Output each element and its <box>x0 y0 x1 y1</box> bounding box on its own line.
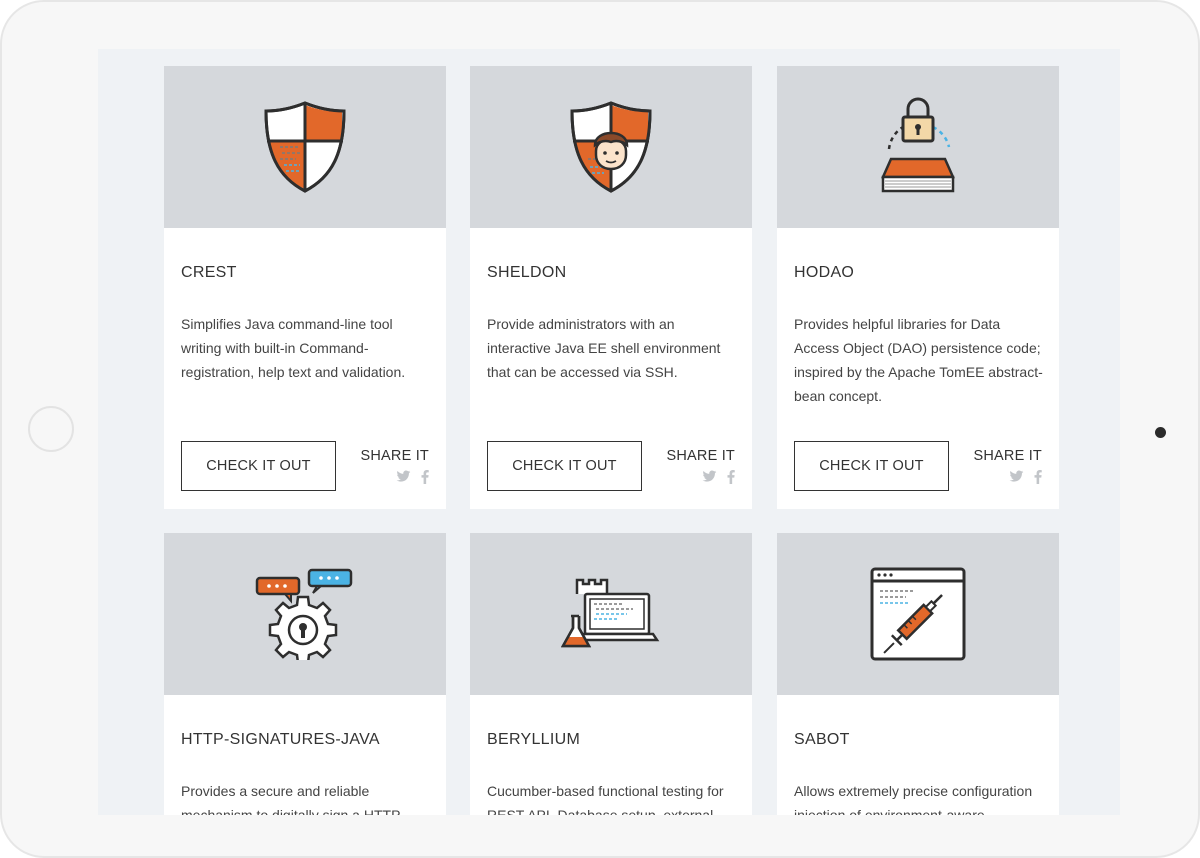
card-title: HTTP-SIGNATURES-JAVA <box>181 731 380 748</box>
card-description: Simplifies Java command-line tool writin… <box>181 316 406 380</box>
share-block: SHARE IT <box>667 448 735 489</box>
check-it-out-button[interactable]: CHECK IT OUT <box>181 441 336 491</box>
card-title: CREST <box>181 264 237 281</box>
laptop-flask-icon <box>561 578 660 648</box>
card-hero <box>777 533 1059 695</box>
share-block: SHARE IT <box>974 448 1042 489</box>
twitter-icon[interactable] <box>702 470 717 489</box>
card-description: Cucumber-based functional testing for RE… <box>487 783 724 815</box>
shield-icon <box>264 101 346 193</box>
card-hero <box>164 533 446 695</box>
card-hero <box>470 66 752 228</box>
gear-chat-icon <box>255 568 353 660</box>
project-card-hodao: HODAO Provides helpful libraries for Dat… <box>777 66 1059 509</box>
twitter-icon[interactable] <box>396 470 411 489</box>
share-label: SHARE IT <box>666 448 735 464</box>
card-description: Provide administrators with an interacti… <box>487 316 721 380</box>
facebook-icon[interactable] <box>421 470 429 489</box>
home-button[interactable] <box>28 406 74 452</box>
project-card-sheldon: SHELDON Provide administrators with an i… <box>470 66 752 509</box>
project-card-http-signatures-java: HTTP-SIGNATURES-JAVA Provides a secure a… <box>164 533 446 815</box>
card-hero <box>164 66 446 228</box>
project-card-sabot: SABOT Allows extremely precise configura… <box>777 533 1059 815</box>
share-label: SHARE IT <box>973 448 1042 464</box>
card-description: Provides a secure and reliable mechanism… <box>181 783 401 815</box>
shield-user-icon <box>570 101 652 193</box>
screen: CREST Simplifies Java command-line tool … <box>98 49 1120 815</box>
card-hero <box>470 533 752 695</box>
check-it-out-button[interactable]: CHECK IT OUT <box>794 441 949 491</box>
twitter-icon[interactable] <box>1009 470 1024 489</box>
card-title: SHELDON <box>487 264 567 281</box>
card-description: Provides helpful libraries for Data Acce… <box>794 316 1043 404</box>
lock-book-icon <box>881 97 955 193</box>
camera-dot <box>1155 427 1166 438</box>
facebook-icon[interactable] <box>1034 470 1042 489</box>
project-card-crest: CREST Simplifies Java command-line tool … <box>164 66 446 509</box>
check-it-out-button[interactable]: CHECK IT OUT <box>487 441 642 491</box>
card-title: BERYLLIUM <box>487 731 581 748</box>
card-title: HODAO <box>794 264 855 281</box>
syringe-window-icon <box>870 567 966 661</box>
card-title: SABOT <box>794 731 850 748</box>
share-label: SHARE IT <box>360 448 429 464</box>
tablet-frame: CREST Simplifies Java command-line tool … <box>0 0 1200 858</box>
project-card-beryllium: BERYLLIUM Cucumber-based functional test… <box>470 533 752 815</box>
share-block: SHARE IT <box>361 448 429 489</box>
card-description: Allows extremely precise configuration i… <box>794 783 1033 815</box>
card-hero <box>777 66 1059 228</box>
facebook-icon[interactable] <box>727 470 735 489</box>
